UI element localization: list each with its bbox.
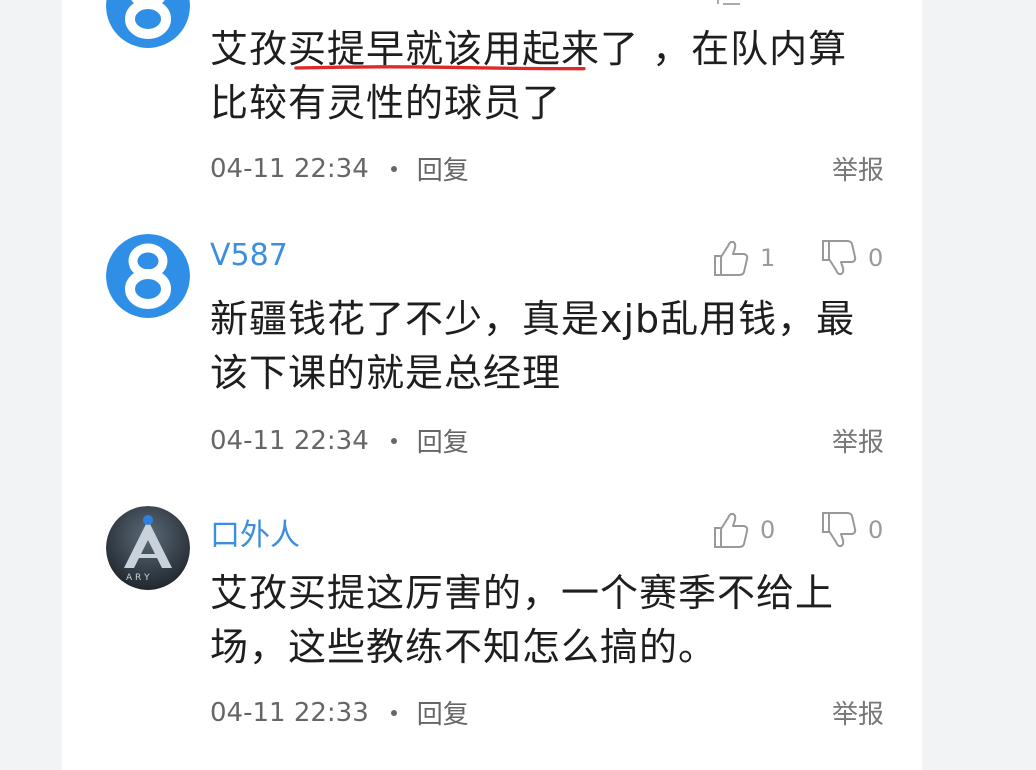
like-count: 1 xyxy=(760,244,776,272)
like-count: 0 xyxy=(760,516,776,544)
dislike-count: 0 xyxy=(868,244,884,272)
comment-text: 艾孜买提早就该用起来了 ，在队内算 比较有灵性的球员了 xyxy=(210,22,890,130)
ark-logo-icon: A R Y xyxy=(106,506,190,590)
thumbs-up-icon xyxy=(714,240,749,276)
comment-text-line1: 艾孜买提这厉害的，一个赛季不给上 xyxy=(210,571,835,615)
dislike-button[interactable]: 0 xyxy=(820,508,883,552)
comment-time: 04-11 22:33 xyxy=(210,697,369,728)
like-icon[interactable] xyxy=(716,0,746,6)
red-underline-mark xyxy=(294,65,586,71)
comment-meta: 04-11 22:34 回复 xyxy=(210,422,469,459)
comment-text-line2: 该下课的就是总经理 xyxy=(210,351,562,395)
separator-dot xyxy=(390,709,397,716)
8-logo-icon xyxy=(106,0,190,48)
separator-dot xyxy=(390,437,397,444)
thumbs-up-icon xyxy=(714,512,749,548)
reply-button[interactable]: 回复 xyxy=(417,150,469,187)
like-button[interactable]: 0 xyxy=(712,508,775,552)
svg-text:A R Y: A R Y xyxy=(126,573,150,583)
dislike-count: 0 xyxy=(868,516,884,544)
like-button[interactable]: 1 xyxy=(712,236,775,280)
reply-button[interactable]: 回复 xyxy=(417,694,469,731)
username[interactable]: V587 xyxy=(210,238,288,273)
report-button[interactable]: 举报 xyxy=(832,150,884,187)
comment-text-line1: ，在队内算 xyxy=(652,27,848,71)
avatar[interactable] xyxy=(106,0,190,48)
report-button[interactable]: 举报 xyxy=(832,422,884,459)
comment-time: 04-11 22:34 xyxy=(210,153,369,184)
separator-dot xyxy=(390,165,397,172)
avatar[interactable]: A R Y xyxy=(106,506,190,590)
8-logo-icon xyxy=(106,234,190,318)
dislike-button[interactable]: 0 xyxy=(820,236,883,280)
comment-text: 艾孜买提这厉害的，一个赛季不给上 场，这些教练不知怎么搞的。 xyxy=(210,566,890,674)
page: 艾孜买提早就该用起来了 ，在队内算 比较有灵性的球员了 04-11 22:34 … xyxy=(0,0,1036,770)
comment-meta: 04-11 22:33 回复 xyxy=(210,694,469,731)
comment-list: 艾孜买提早就该用起来了 ，在队内算 比较有灵性的球员了 04-11 22:34 … xyxy=(62,0,922,770)
comment-time: 04-11 22:34 xyxy=(210,425,369,456)
comment-text-line2: 场，这些教练不知怎么搞的。 xyxy=(210,625,718,669)
comment-text-line1: 新疆钱花了不少，真是xjb乱用钱，最 xyxy=(210,297,856,341)
thumbs-down-icon xyxy=(822,240,857,276)
comment-meta: 04-11 22:34 回复 xyxy=(210,150,469,187)
report-button[interactable]: 举报 xyxy=(832,694,884,731)
username[interactable]: 口外人 xyxy=(210,510,300,554)
avatar[interactable] xyxy=(106,234,190,318)
dislike-icon[interactable] xyxy=(828,0,858,6)
thumbs-down-icon xyxy=(822,512,857,548)
reply-button[interactable]: 回复 xyxy=(417,422,469,459)
comment-text-line2: 比较有灵性的球员了 xyxy=(210,81,562,125)
comment-text: 新疆钱花了不少，真是xjb乱用钱，最 该下课的就是总经理 xyxy=(210,292,890,400)
